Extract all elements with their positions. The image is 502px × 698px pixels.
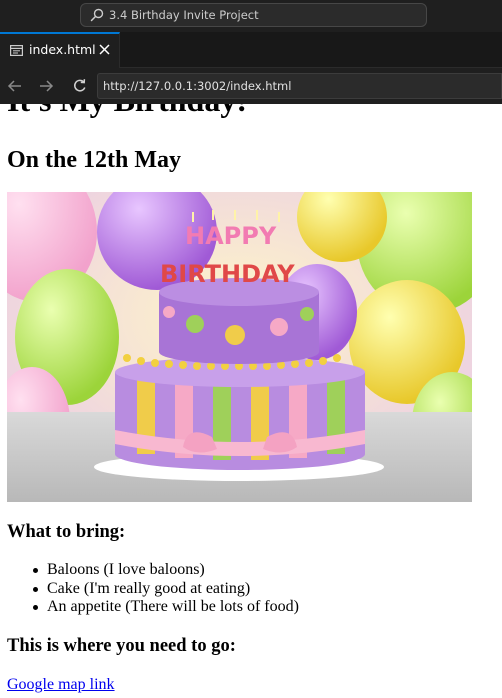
tab-label: index.html [29,42,96,57]
file-html-icon [10,45,23,56]
directions-heading: This is where you need to go: [7,636,236,656]
arrow-left-icon[interactable] [7,78,23,94]
navigation-bar: http://127.0.0.1:3002/index.html [0,68,502,104]
list-item: Baloons (I love baloons) [33,561,299,580]
birthday-cake-image: HAPPY BIRTHDAY [7,192,472,502]
list-item: Cake (I'm really good at eating) [33,580,299,599]
google-map-link[interactable]: Google map link [7,675,115,694]
project-title: 3.4 Birthday Invite Project [109,8,259,22]
tab-index-html[interactable]: index.html [0,32,120,68]
url-text: http://127.0.0.1:3002/index.html [103,79,292,93]
reload-icon[interactable] [72,78,88,94]
bring-heading: What to bring: [7,522,126,542]
close-icon[interactable] [99,44,110,55]
page-heading: It's My Birthday! [7,104,247,118]
arrow-right-icon[interactable] [38,78,54,94]
cake-candle-text-top: HAPPY [185,222,277,250]
date-heading: On the 12th May [7,147,181,173]
search-icon [90,8,104,22]
bring-list: Baloons (I love baloons) Cake (I'm reall… [33,561,299,617]
list-item: An appetite (There will be lots of food) [33,598,299,615]
title-bar: 3.4 Birthday Invite Project [0,0,502,32]
url-bar[interactable]: http://127.0.0.1:3002/index.html [97,73,502,99]
cake-candle-text-bottom: BIRTHDAY [160,260,295,288]
tab-bar: index.html [0,32,502,68]
command-center-search[interactable]: 3.4 Birthday Invite Project [80,3,427,27]
page-viewport: It's My Birthday! On the 12th May [0,104,502,698]
